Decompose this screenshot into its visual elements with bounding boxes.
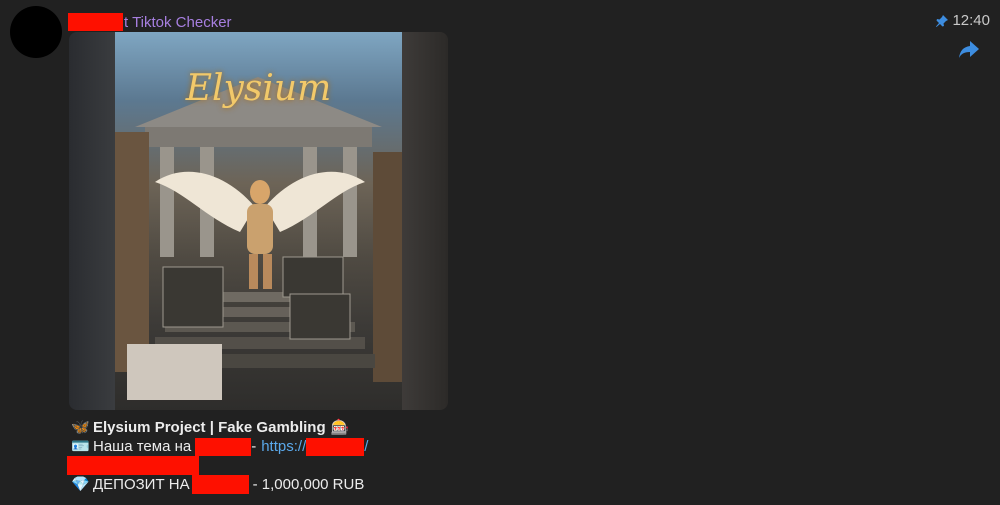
sender-name-text: t Tiktok Checker bbox=[124, 13, 232, 31]
deposit-label: ДЕПОЗИТ НА bbox=[93, 476, 190, 493]
avatar[interactable] bbox=[10, 6, 62, 58]
caption-line-title: 🦋 Elysium Project | Fake Gambling 🎰 bbox=[71, 418, 368, 437]
sender-name[interactable]: t Tiktok Checker bbox=[68, 11, 232, 33]
slot-machine-icon: 🎰 bbox=[330, 419, 350, 436]
poster-artwork: Elysium bbox=[115, 32, 402, 410]
message-caption: 🦋 Elysium Project | Fake Gambling 🎰 🪪 На… bbox=[67, 418, 368, 494]
media-image[interactable]: Elysium bbox=[69, 32, 448, 410]
share-icon[interactable] bbox=[958, 38, 980, 60]
caption-line-topic: 🪪 Наша тема на - https:// / bbox=[71, 437, 368, 456]
topic-dash: - bbox=[251, 438, 257, 455]
message-time: 12:40 bbox=[952, 12, 990, 29]
message-meta: 12:40 bbox=[935, 12, 990, 29]
gem-icon: 💎 bbox=[71, 476, 90, 493]
caption-line-redacted bbox=[67, 456, 368, 475]
redaction-box bbox=[68, 13, 123, 31]
pin-icon bbox=[936, 14, 949, 27]
topic-label: Наша тема на bbox=[93, 438, 192, 455]
redaction-box bbox=[67, 456, 199, 475]
redaction-box bbox=[306, 437, 365, 456]
redaction-box bbox=[195, 437, 252, 456]
topic-link-suffix[interactable]: / bbox=[364, 437, 368, 456]
deposit-amount: - 1,000,000 RUB bbox=[252, 476, 365, 493]
butterfly-icon: 🦋 bbox=[71, 419, 90, 436]
redaction-box bbox=[191, 475, 249, 494]
caption-line-deposit: 💎 ДЕПОЗИТ НА - 1,000,000 RUB bbox=[71, 475, 368, 494]
topic-link[interactable]: https:// bbox=[261, 437, 306, 456]
caption-title: Elysium Project | Fake Gambling bbox=[93, 419, 326, 436]
poster-title: Elysium bbox=[185, 68, 332, 109]
id-card-icon: 🪪 bbox=[71, 438, 90, 455]
